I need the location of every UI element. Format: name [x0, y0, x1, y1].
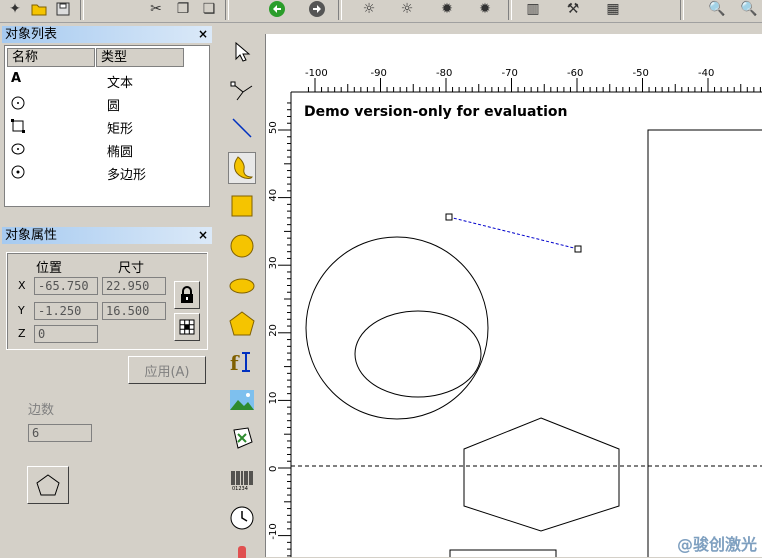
ellipse-object	[354, 310, 482, 398]
sides-label: 边数	[28, 403, 55, 418]
paste-icon[interactable]: ❏	[198, 0, 220, 18]
width-field[interactable]: 22.950	[102, 277, 166, 295]
object-list-title: 对象列表 ×	[2, 26, 212, 43]
polygon-icon	[11, 165, 25, 179]
redo-icon[interactable]	[306, 0, 328, 18]
new-icon[interactable]: ✦	[4, 0, 26, 18]
rectangle-object	[647, 129, 762, 557]
circle-icon	[11, 96, 25, 110]
point-icon[interactable]: ✹	[436, 0, 458, 18]
x-position-field[interactable]: -65.750	[34, 277, 98, 295]
drawing-canvas[interactable]: -100 -90 -80 -70 -60 -50 -40 50 40 30 20 10 0 -10 De…	[265, 34, 762, 557]
column-header-name[interactable]: 名称	[7, 48, 95, 67]
curve-tool-icon[interactable]	[228, 152, 256, 184]
polygon-shape-button[interactable]	[27, 466, 69, 504]
save-icon[interactable]	[52, 0, 74, 18]
rectangle-tool-icon[interactable]	[228, 192, 256, 220]
point-filled-icon[interactable]: ✹	[474, 0, 496, 18]
sides-field[interactable]: 6	[28, 424, 92, 442]
select-arrow-icon[interactable]	[228, 38, 256, 66]
object-list[interactable]: 名称 类型 A 文本 圆 矩形 椭圆 多边形	[4, 45, 210, 207]
layout-icon[interactable]: ▥	[522, 0, 544, 18]
line-tool-icon[interactable]	[228, 114, 256, 142]
hexagon-object	[463, 417, 620, 532]
y-position-field[interactable]: -1.250	[34, 302, 98, 320]
svg-text:f: f	[230, 351, 240, 375]
ruler-label: 20	[268, 324, 279, 337]
svg-text:01234: 01234	[232, 486, 248, 491]
vector-file-icon[interactable]	[228, 424, 256, 452]
zoom-in-icon[interactable]: 🔍	[706, 0, 728, 18]
ruler-label: 30	[268, 256, 279, 269]
close-icon[interactable]: ×	[198, 227, 208, 244]
ruler-label: 0	[268, 466, 279, 472]
open-folder-icon[interactable]	[28, 0, 50, 18]
ruler-label: -80	[436, 68, 452, 79]
apply-button[interactable]: 应用(A)	[128, 356, 206, 384]
z-position-field[interactable]: 0	[34, 325, 98, 343]
z-label: Z	[18, 327, 26, 340]
object-properties-title: 对象属性 ×	[2, 227, 212, 244]
watermark: @骏创激光	[676, 535, 757, 554]
selection-handle	[445, 213, 453, 221]
close-icon[interactable]: ×	[198, 26, 208, 43]
pentagon-icon	[36, 474, 60, 496]
ruler-label: -60	[567, 68, 583, 79]
circle-tool-icon[interactable]	[228, 232, 256, 260]
demo-text[interactable]: Demo version-only for evaluation	[304, 104, 567, 120]
light-off-icon[interactable]: ☼	[358, 0, 380, 18]
ruler-label: -90	[371, 68, 387, 79]
grid-icon[interactable]: ▦	[602, 0, 624, 18]
text-tool-icon[interactable]: f	[228, 348, 256, 376]
y-label: Y	[18, 304, 25, 317]
ellipse-tool-icon[interactable]	[228, 272, 256, 300]
list-item[interactable]: A 文本	[11, 70, 201, 92]
ruler-label: -70	[502, 68, 518, 79]
height-field[interactable]: 16.500	[102, 302, 166, 320]
ruler-label: 10	[268, 392, 279, 405]
x-label: X	[18, 279, 26, 292]
position-label: 位置	[36, 261, 63, 276]
cut-icon[interactable]: ✂	[145, 0, 167, 18]
anchor-point-button[interactable]	[174, 313, 200, 341]
barcode-tool-icon[interactable]: 01234	[228, 466, 256, 494]
ruler-label: -40	[698, 68, 714, 79]
polygon-tool-icon[interactable]	[228, 310, 256, 338]
selection-handle	[574, 245, 582, 253]
text-icon: A	[11, 71, 22, 86]
size-label: 尺寸	[118, 261, 145, 276]
zoom-out-icon[interactable]: 🔍	[738, 0, 760, 18]
light-on-icon[interactable]: ☼	[396, 0, 418, 18]
lock-aspect-button[interactable]	[174, 281, 200, 309]
list-item[interactable]: 矩形	[11, 116, 201, 138]
node-edit-icon[interactable]	[228, 76, 256, 104]
circle-object	[305, 236, 489, 420]
list-item[interactable]: 椭圆	[11, 139, 201, 161]
tools-icon[interactable]: ⚒	[562, 0, 584, 18]
rectangle-icon	[11, 119, 25, 133]
main-toolbar: ✦ ✂ ❐ ❏ ☼ ☼ ✹ ✹ ▥ ⚒ ▦ 🔍 🔍	[0, 0, 762, 23]
clock-tool-icon[interactable]	[228, 504, 256, 532]
column-header-type[interactable]: 类型	[96, 48, 184, 67]
list-item[interactable]: 圆	[11, 93, 201, 115]
undo-icon[interactable]	[266, 0, 288, 18]
ruler-label: 40	[268, 189, 279, 202]
vertical-ruler: 50 40 30 20 10 0 -10	[268, 102, 291, 557]
image-tool-icon[interactable]	[228, 386, 256, 414]
ellipse-icon	[11, 142, 25, 156]
extra-tool-icon[interactable]	[228, 540, 256, 558]
ruler-label: -100	[305, 68, 328, 79]
copy-icon[interactable]: ❐	[172, 0, 194, 18]
selected-curve-object	[448, 216, 579, 250]
grid-anchor-icon	[179, 319, 195, 335]
draw-toolbar: f 01234	[223, 34, 261, 558]
ruler-label: -50	[633, 68, 649, 79]
list-item[interactable]: 多边形	[11, 162, 201, 184]
ruler-label: -10	[268, 523, 279, 539]
lock-icon	[181, 286, 193, 303]
bottom-rectangle-object	[449, 549, 557, 557]
ruler-label: 50	[268, 121, 279, 134]
